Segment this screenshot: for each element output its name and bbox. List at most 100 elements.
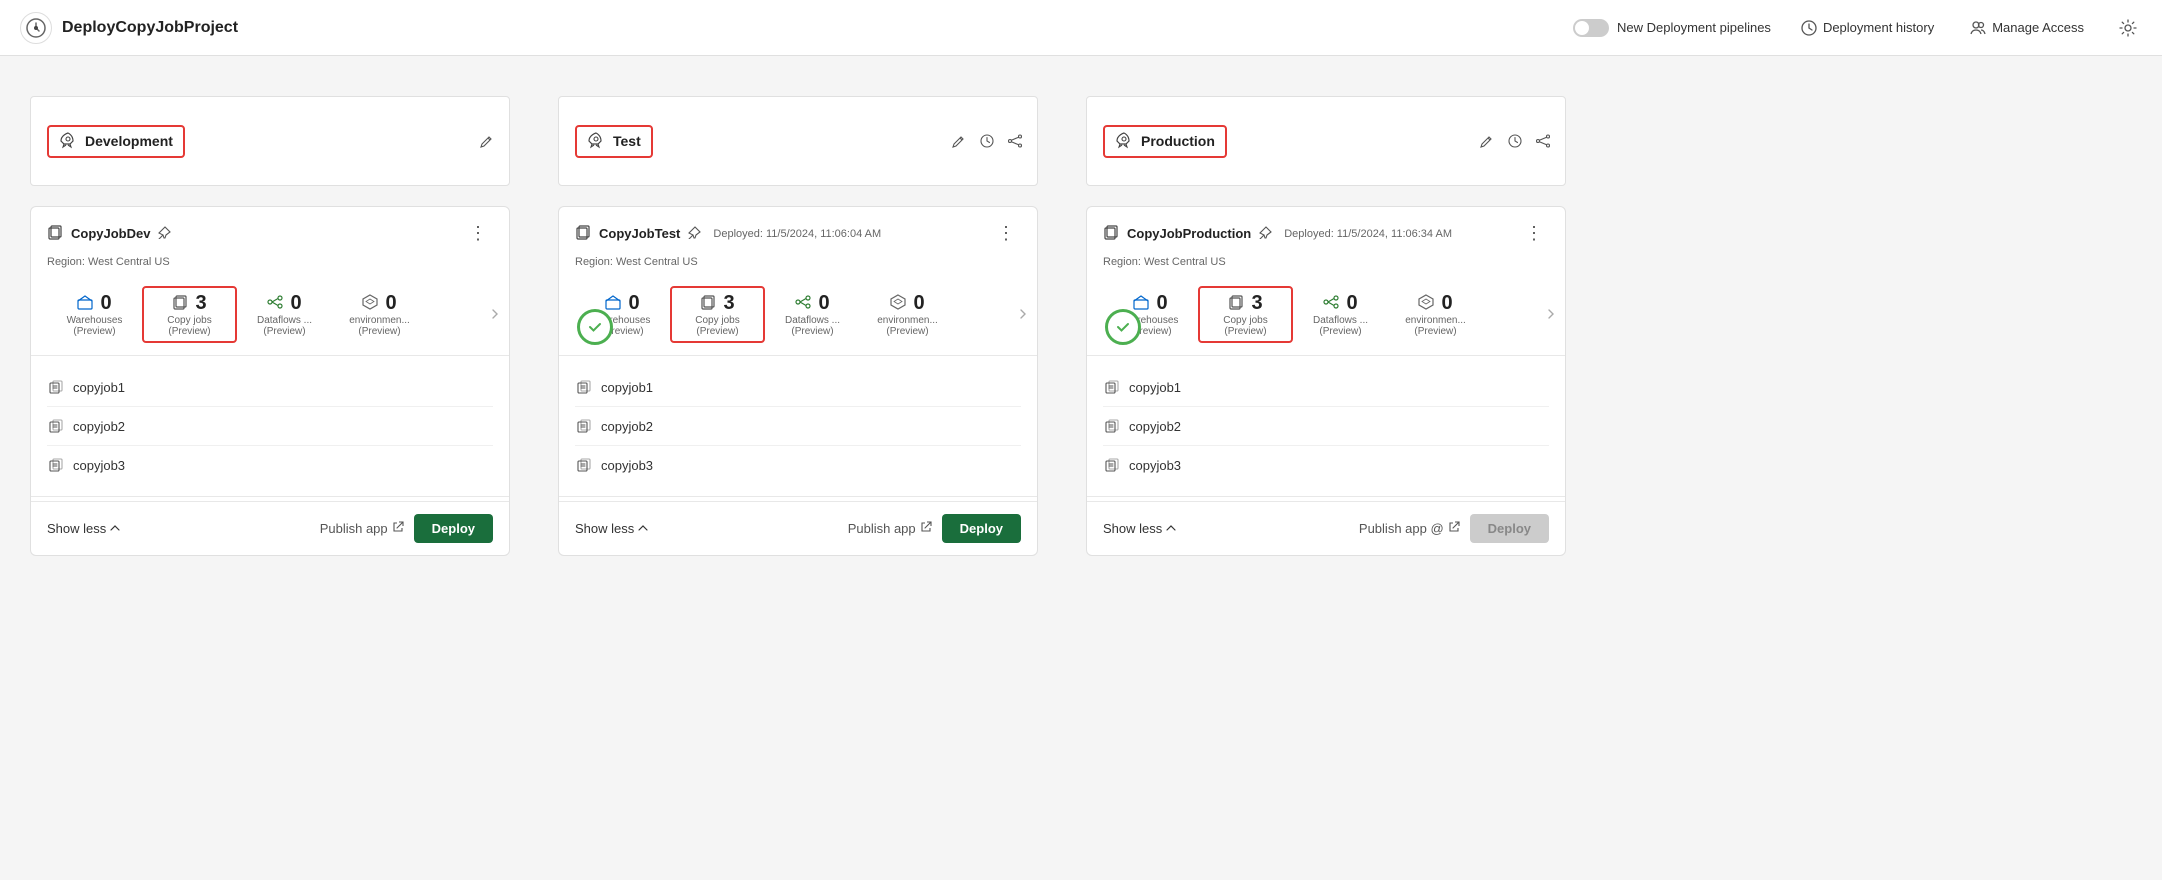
pipeline-card-dev: CopyJobDev⋮Region: West Central US0Wareh…	[30, 206, 510, 556]
show-less-button-test[interactable]: Show less	[575, 521, 648, 536]
list-item-production-0: copyjob1	[1103, 368, 1549, 407]
share-icon-test[interactable]	[1005, 131, 1025, 151]
metric-icon-test-2	[795, 294, 811, 313]
list-item-dev-1: copyjob2	[47, 407, 493, 446]
metric-number-production-2: 0	[1346, 292, 1357, 315]
metrics-chevron-test[interactable]	[1017, 307, 1029, 323]
external-link-icon-dev	[392, 521, 404, 536]
publish-button-production[interactable]: Publish app @	[1359, 521, 1460, 536]
metric-dev-2[interactable]: 0Dataflows ... (Preview)	[237, 292, 332, 337]
stage-icon-production	[1115, 131, 1133, 152]
footer-right-test: Publish app Deploy	[848, 514, 1021, 543]
metric-number-dev-1: 3	[195, 292, 206, 315]
metric-label-dev-1: Copy jobs (Preview)	[167, 315, 211, 337]
pipeline-type-icon-production	[1103, 224, 1119, 243]
card-footer-production: Show less Publish app @ Deploy	[1087, 501, 1565, 555]
list-item-icon-dev-0	[47, 378, 65, 396]
pipeline-name-production: CopyJobProduction	[1127, 226, 1251, 241]
history-icon-production[interactable]	[1505, 131, 1525, 151]
more-options-production[interactable]: ⋮	[1519, 221, 1549, 246]
toggle-switch[interactable]	[1573, 19, 1609, 37]
show-less-label-test: Show less	[575, 521, 634, 536]
list-item-name-test-0: copyjob1	[601, 380, 653, 395]
deploy-button-production[interactable]: Deploy	[1470, 514, 1549, 543]
metric-label-dev-2: Dataflows ... (Preview)	[257, 315, 312, 337]
publish-button-dev[interactable]: Publish app	[320, 521, 404, 536]
metric-label-dev-3: environmen... (Preview)	[349, 315, 410, 337]
region-production: Region: West Central US	[1087, 254, 1565, 278]
header-left: DeployCopyJobProject	[20, 12, 238, 44]
metric-number-production-0: 0	[1156, 292, 1167, 315]
metric-count-production-1: 3	[1228, 292, 1262, 315]
new-deployment-toggle[interactable]: New Deployment pipelines	[1573, 19, 1771, 37]
metric-production-3[interactable]: 0environmen... (Preview)	[1388, 292, 1483, 337]
metric-production-1[interactable]: 3Copy jobs (Preview)	[1198, 286, 1293, 343]
stage-actions-production	[1477, 131, 1553, 151]
publish-button-test[interactable]: Publish app	[848, 521, 932, 536]
show-less-button-production[interactable]: Show less	[1103, 521, 1176, 536]
metrics-row-production: 0Warehouses (Preview)3Copy jobs (Preview…	[1087, 278, 1565, 351]
metric-count-production-2: 0	[1323, 292, 1357, 315]
list-item-name-production-1: copyjob2	[1129, 419, 1181, 434]
show-less-chevron-dev	[110, 521, 120, 536]
metric-test-1[interactable]: 3Copy jobs (Preview)	[670, 286, 765, 343]
metric-dev-0[interactable]: 0Warehouses (Preview)	[47, 292, 142, 337]
manage-access-button[interactable]: Manage Access	[1964, 16, 2090, 40]
metric-test-3[interactable]: 0environmen... (Preview)	[860, 292, 955, 337]
edit-icon-test[interactable]	[949, 131, 969, 151]
list-item-name-test-1: copyjob2	[601, 419, 653, 434]
edit-icon-production[interactable]	[1477, 131, 1497, 151]
metric-number-test-0: 0	[628, 292, 639, 315]
stage-actions-test	[949, 131, 1025, 151]
app-title: DeployCopyJobProject	[62, 19, 238, 37]
card-header-production: CopyJobProductionDeployed: 11/5/2024, 11…	[1087, 207, 1565, 254]
share-icon-production[interactable]	[1533, 131, 1553, 151]
success-check-production	[1105, 309, 1141, 345]
list-item-icon-dev-2	[47, 456, 65, 474]
pin-icon-dev[interactable]	[158, 226, 171, 242]
list-item-production-2: copyjob3	[1103, 446, 1549, 484]
show-less-label-dev: Show less	[47, 521, 106, 536]
metric-label-production-1: Copy jobs (Preview)	[1223, 315, 1267, 337]
metric-production-2[interactable]: 0Dataflows ... (Preview)	[1293, 292, 1388, 337]
metric-test-2[interactable]: 0Dataflows ... (Preview)	[765, 292, 860, 337]
pipeline-type-icon-dev	[47, 224, 63, 243]
metrics-chevron-production[interactable]	[1545, 307, 1557, 323]
deploy-button-dev[interactable]: Deploy	[414, 514, 493, 543]
publish-label-dev: Publish app	[320, 521, 388, 536]
deploy-button-test[interactable]: Deploy	[942, 514, 1021, 543]
items-list-dev: copyjob1copyjob2copyjob3	[31, 360, 509, 492]
stage-col-test: TestCopyJobTestDeployed: 11/5/2024, 11:0…	[558, 96, 1038, 556]
metric-icon-dev-3	[362, 294, 378, 313]
stage-label-inner-production: Production	[1103, 125, 1227, 158]
stage-name-test: Test	[613, 133, 641, 149]
region-test: Region: West Central US	[559, 254, 1037, 278]
list-item-icon-test-2	[575, 456, 593, 474]
stage-name-production: Production	[1141, 133, 1215, 149]
edit-icon-dev[interactable]	[477, 131, 497, 151]
pipeline-name-row-production: CopyJobProductionDeployed: 11/5/2024, 11…	[1103, 224, 1452, 243]
external-link-icon-production	[1448, 521, 1460, 536]
metric-number-dev-2: 0	[290, 292, 301, 315]
metric-number-production-1: 3	[1251, 292, 1262, 315]
history-icon-test[interactable]	[977, 131, 997, 151]
metric-icon-production-2	[1323, 294, 1339, 313]
success-check-test	[577, 309, 613, 345]
more-options-dev[interactable]: ⋮	[463, 221, 493, 246]
metrics-chevron-dev[interactable]	[489, 307, 501, 323]
list-item-icon-dev-1	[47, 417, 65, 435]
show-less-chevron-production	[1166, 521, 1176, 536]
more-options-test[interactable]: ⋮	[991, 221, 1021, 246]
deploy-info-test: Deployed: 11/5/2024, 11:06:04 AM	[713, 228, 881, 240]
metric-dev-3[interactable]: 0environmen... (Preview)	[332, 292, 427, 337]
metric-dev-1[interactable]: 3Copy jobs (Preview)	[142, 286, 237, 343]
settings-button[interactable]	[2114, 14, 2142, 42]
show-less-button-dev[interactable]: Show less	[47, 521, 120, 536]
deployment-history-button[interactable]: Deployment history	[1795, 16, 1940, 40]
stage-col-production: Production CopyJobProductionDeployed: 11/…	[1086, 96, 1566, 556]
pin-icon-production[interactable]	[1259, 226, 1272, 242]
toggle-label: New Deployment pipelines	[1617, 20, 1771, 35]
pin-icon-test[interactable]	[688, 226, 701, 242]
metric-count-dev-3: 0	[362, 292, 396, 315]
history-label: Deployment history	[1823, 20, 1934, 35]
